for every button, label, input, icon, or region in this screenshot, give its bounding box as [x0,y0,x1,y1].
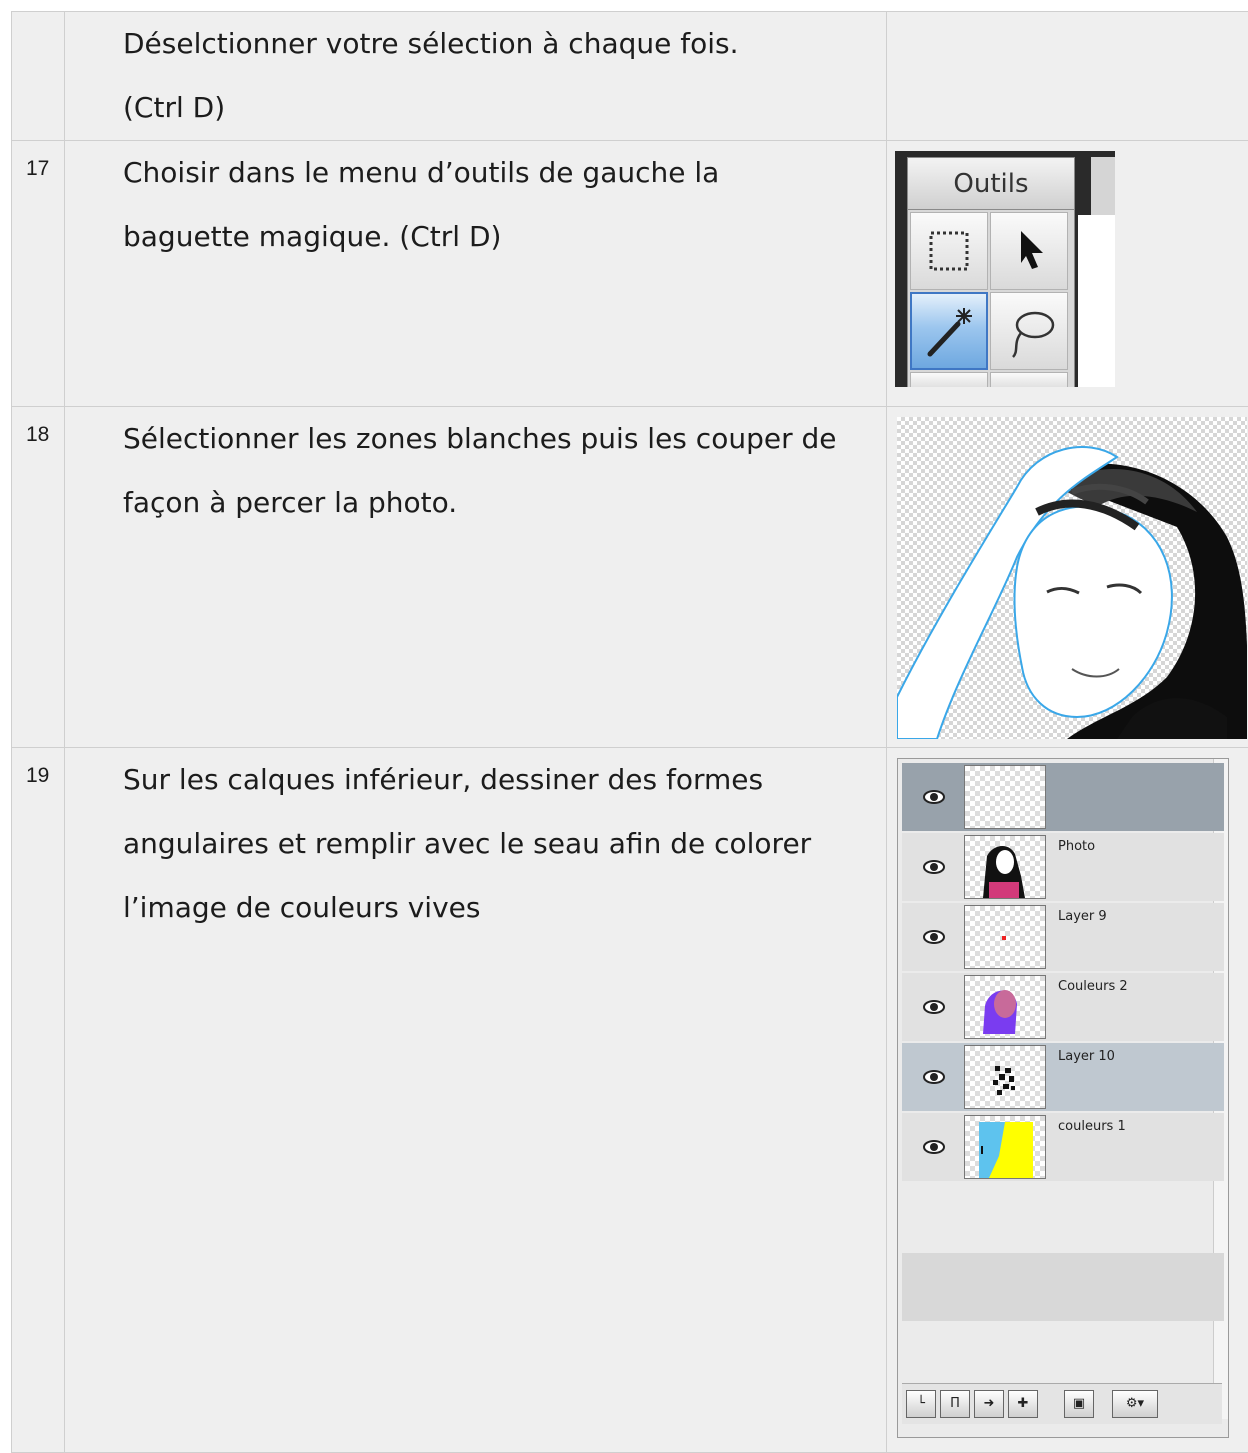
layer-name: couleurs 1 [1058,1119,1126,1134]
eye-icon [922,1065,946,1089]
step-number-cell: 17 [12,141,65,407]
cutout-photo [897,417,1247,739]
layer-name: Layer 10 [1058,1049,1115,1064]
eye-icon [922,1135,946,1159]
steps-table: Déselctionner votre sélection à chaque f… [11,11,1248,1453]
move-icon: ➜ [974,1390,1004,1418]
magic-wand-icon [912,294,986,368]
step-image-cell: Photo Layer 9 Couleurs 2 [887,748,1248,1453]
step-row: 19 Sur les calques inférieur, dessiner d… [12,748,1248,1453]
tools-tab: Outils [907,157,1075,210]
merge-icon: ✚ [1008,1390,1038,1418]
step-text-line: angulaires et remplir avec le seau afin … [123,812,870,876]
step-number [12,12,64,28]
lasso-tool [990,292,1068,370]
duplicate-icon: Π [940,1390,970,1418]
step-text-line: Sélectionner les zones blanches puis les… [123,407,870,471]
eye-icon [922,785,946,809]
step-number: 17 [12,141,64,181]
step-text-cell: Déselctionner votre sélection à chaque f… [65,12,887,141]
tool-slot [990,372,1068,387]
marquee-icon [911,213,987,289]
pointer-tool [990,212,1068,290]
layer-thumbnail [964,905,1046,969]
step-number-cell [12,12,65,141]
layer-thumbnail [964,975,1046,1039]
lasso-icon [991,293,1067,369]
eye-icon [922,925,946,949]
tools-grid [907,209,1075,387]
marquee-tool [910,212,988,290]
layer-row: couleurs 1 [902,1113,1224,1181]
pointer-icon [991,213,1067,289]
layer-name: Layer 9 [1058,909,1107,924]
step-row: 17 Choisir dans le menu d’outils de gauc… [12,141,1248,407]
magic-wand-tool [910,292,988,370]
settings-icon: ⚙▾ [1112,1390,1158,1418]
step-text-line: (Ctrl D) [123,76,870,140]
step-text-line: Déselctionner votre sélection à chaque f… [123,12,870,76]
layer-row: Layer 9 [902,903,1224,971]
layer-thumbnail [964,765,1046,829]
layer-row [902,763,1224,831]
new-layer-icon: └ [906,1390,936,1418]
step-image-cell [887,407,1248,748]
step-text-line: baguette magique. (Ctrl D) [123,205,870,269]
document-page: Déselctionner votre sélection à chaque f… [0,0,1248,1450]
step-text-cell: Choisir dans le menu d’outils de gauche … [65,141,887,407]
layer-thumbnail [964,1115,1046,1179]
step-number: 18 [12,407,64,447]
step-number: 19 [12,748,64,788]
step-image-cell [887,12,1248,141]
tool-slot [910,372,988,387]
layer-row: Couleurs 2 [902,973,1224,1041]
tools-panel-strip [1078,215,1115,387]
step-image-cell: Outils [887,141,1248,407]
step-number-cell: 18 [12,407,65,748]
tools-panel-screenshot: Outils [895,151,1115,387]
portrait-image [897,417,1247,739]
layer-name: Photo [1058,839,1095,854]
step-row: Déselctionner votre sélection à chaque f… [12,12,1248,141]
image-icon: ▣ [1064,1390,1094,1418]
step-text-line: Sur les calques inférieur, dessiner des … [123,748,870,812]
layer-name: Couleurs 2 [1058,979,1128,994]
layer-thumbnail [964,1045,1046,1109]
step-number-cell: 19 [12,748,65,1453]
tools-tab-secondary [1091,157,1115,215]
step-text-line: l’image de couleurs vives [123,876,870,940]
layer-row: Layer 10 [902,1043,1224,1111]
step-text-line: façon à percer la photo. [123,471,870,535]
eye-icon [922,995,946,1019]
layer-row: Photo [902,833,1224,901]
step-row: 18 Sélectionner les zones blanches puis … [12,407,1248,748]
step-text-cell: Sélectionner les zones blanches puis les… [65,407,887,748]
layers-toolbar: └ Π ➜ ✚ ▣ ⚙▾ [902,1383,1222,1424]
eye-icon [922,855,946,879]
layers-panel-screenshot: Photo Layer 9 Couleurs 2 [897,758,1229,1438]
layer-thumbnail [964,835,1046,899]
step-text-line: Choisir dans le menu d’outils de gauche … [123,141,870,205]
step-text-cell: Sur les calques inférieur, dessiner des … [65,748,887,1453]
layers-empty-area [902,1253,1224,1321]
